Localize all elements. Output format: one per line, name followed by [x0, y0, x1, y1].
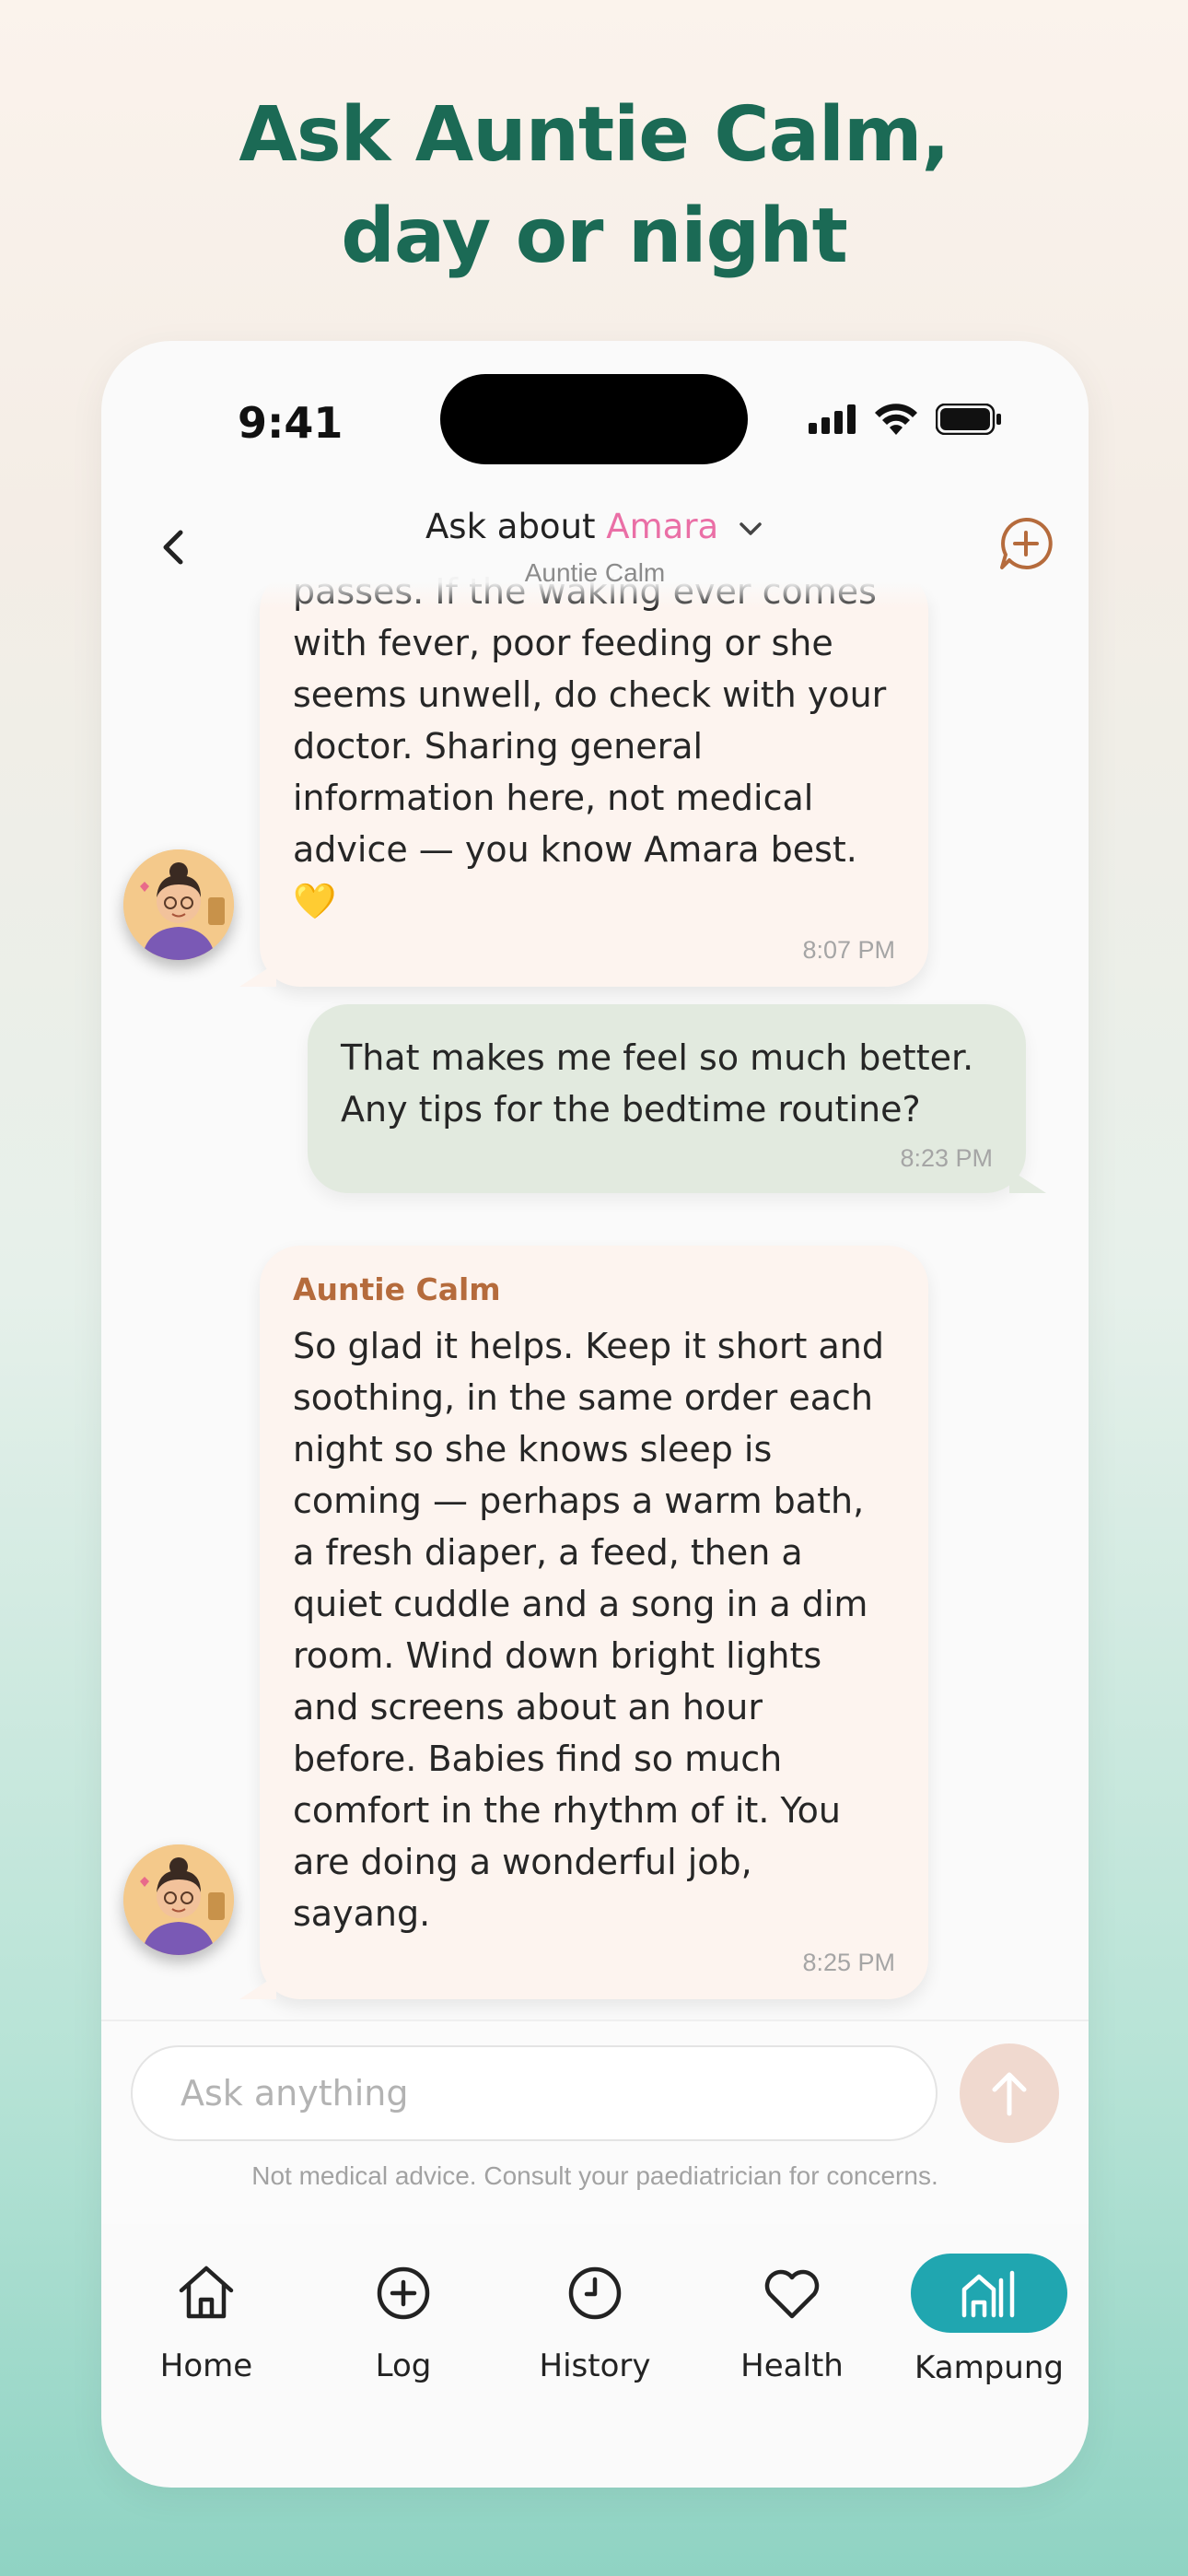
message-text: That makes me feel so much better. Any t… [341, 1037, 974, 1130]
new-chat-button[interactable] [996, 514, 1055, 573]
chevron-down-icon [740, 521, 762, 535]
community-icon [961, 2270, 1015, 2318]
tab-label: Health [740, 2348, 844, 2384]
tab-kampung[interactable]: Kampung [897, 2254, 1081, 2386]
headline-line-2: day or night [341, 193, 848, 280]
ask-input[interactable]: Ask anything [131, 2045, 938, 2141]
tab-label: Home [159, 2348, 253, 2384]
status-icons [809, 404, 1002, 435]
message-time: 8:07 PM [802, 936, 895, 964]
clock-icon [568, 2266, 622, 2320]
message-text: So glad it helps. Keep it short and soot… [293, 1326, 884, 1934]
status-time: 9:41 [238, 398, 344, 448]
home-icon [179, 2266, 234, 2319]
headline-line-1: Ask Auntie Calm, [239, 91, 949, 179]
tab-label: Kampung [914, 2349, 1064, 2386]
chat-header: Ask about Amara Auntie Calm [101, 479, 1089, 608]
auntie-calm-avatar [123, 849, 234, 960]
message-text: passes. If the waking ever comes with fe… [293, 571, 887, 921]
avatar-illustration [123, 1844, 234, 1955]
tab-home[interactable]: Home [114, 2259, 298, 2384]
message-time: 8:23 PM [900, 1144, 993, 1172]
tab-bar: Home Log History Health Kampung [101, 2231, 1089, 2416]
message-composer: Ask anything Not medical advice. Consult… [101, 2020, 1089, 2224]
avatar-illustration [123, 849, 234, 960]
battery-icon [936, 404, 1001, 435]
disclaimer-text: Not medical advice. Consult your paediat… [251, 2161, 938, 2190]
wifi-icon [875, 404, 917, 435]
auntie-calm-avatar [123, 1844, 234, 1955]
plus-circle-icon [377, 2266, 430, 2320]
child-name: Amara [606, 507, 719, 546]
message-time: 8:25 PM [802, 1949, 895, 1976]
tab-log[interactable]: Log [311, 2259, 495, 2384]
tab-health[interactable]: Health [700, 2259, 884, 2384]
child-selector[interactable]: Ask about Amara [101, 507, 1089, 546]
phone-frame: 9:41 Ask about Amara Auntie Calm with fe… [101, 341, 1089, 2488]
heart-icon [764, 2269, 820, 2319]
header-title-prefix: Ask about [425, 507, 607, 546]
dynamic-island [440, 374, 748, 464]
bot-message: passes. If the waking ever comes with fe… [239, 569, 928, 987]
tab-label: History [539, 2348, 651, 2384]
tab-label: Log [375, 2348, 432, 2384]
arrow-up-icon [992, 2072, 1027, 2116]
send-button[interactable] [960, 2043, 1059, 2143]
bot-message: Auntie Calm So glad it helps. Keep it sh… [239, 1246, 928, 1999]
page-headline: Ask Auntie Calm, day or night [0, 85, 1188, 287]
sender-name: Auntie Calm [293, 1271, 501, 1307]
active-tab-indicator [911, 2254, 1067, 2333]
header-subtitle: Auntie Calm [524, 558, 666, 587]
tab-history[interactable]: History [503, 2259, 687, 2384]
user-message: That makes me feel so much better. Any t… [308, 1004, 1046, 1193]
chat-plus-icon [1000, 517, 1053, 569]
signal-icon [809, 404, 856, 434]
